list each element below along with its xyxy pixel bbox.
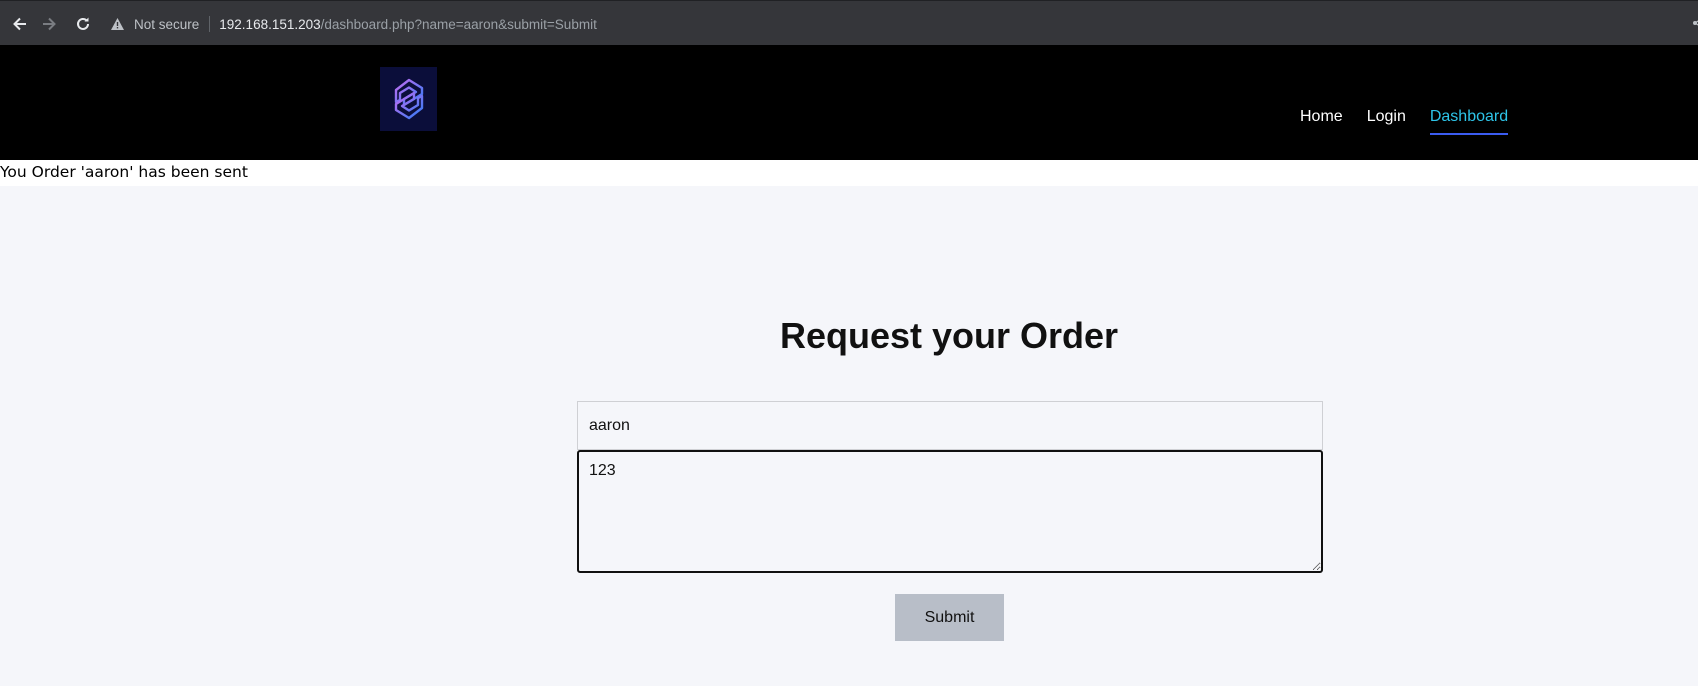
- address-separator: [209, 16, 211, 32]
- order-textarea[interactable]: 123: [577, 450, 1323, 573]
- page-title: Request your Order: [779, 315, 1119, 356]
- back-button[interactable]: [8, 12, 32, 36]
- nav-link-home[interactable]: Home: [1300, 108, 1343, 135]
- security-label[interactable]: Not secure: [134, 17, 199, 32]
- share-icon[interactable]: [1692, 15, 1698, 36]
- submit-button[interactable]: Submit: [895, 594, 1004, 641]
- main-content: Request your Order 123 Submit: [0, 186, 1698, 686]
- reload-icon: [77, 17, 89, 30]
- name-input[interactable]: [577, 401, 1323, 450]
- nav-link-login[interactable]: Login: [1367, 108, 1406, 135]
- logo-icon: [394, 78, 423, 120]
- warning-icon: [110, 17, 125, 31]
- nav-link-dashboard[interactable]: Dashboard: [1429, 108, 1509, 135]
- browser-toolbar: Not secure 192.168.151.203 /dashboard.ph…: [0, 0, 1698, 45]
- site-header: Home Login Dashboard: [0, 45, 1698, 160]
- arrow-left-icon: [13, 17, 26, 31]
- order-status-message: You Order 'aaron' has been sent: [0, 160, 1698, 186]
- forward-button[interactable]: [37, 12, 61, 36]
- reload-button[interactable]: [71, 12, 95, 36]
- url-host: 192.168.151.203: [219, 16, 321, 32]
- url-path: /dashboard.php?name=aaron&submit=Submit: [320, 16, 597, 32]
- site-logo[interactable]: [380, 67, 437, 131]
- address-bar[interactable]: Not secure 192.168.151.203 /dashboard.ph…: [110, 8, 597, 40]
- main-nav: Home Login Dashboard: [1300, 108, 1532, 135]
- arrow-right-icon: [43, 17, 56, 31]
